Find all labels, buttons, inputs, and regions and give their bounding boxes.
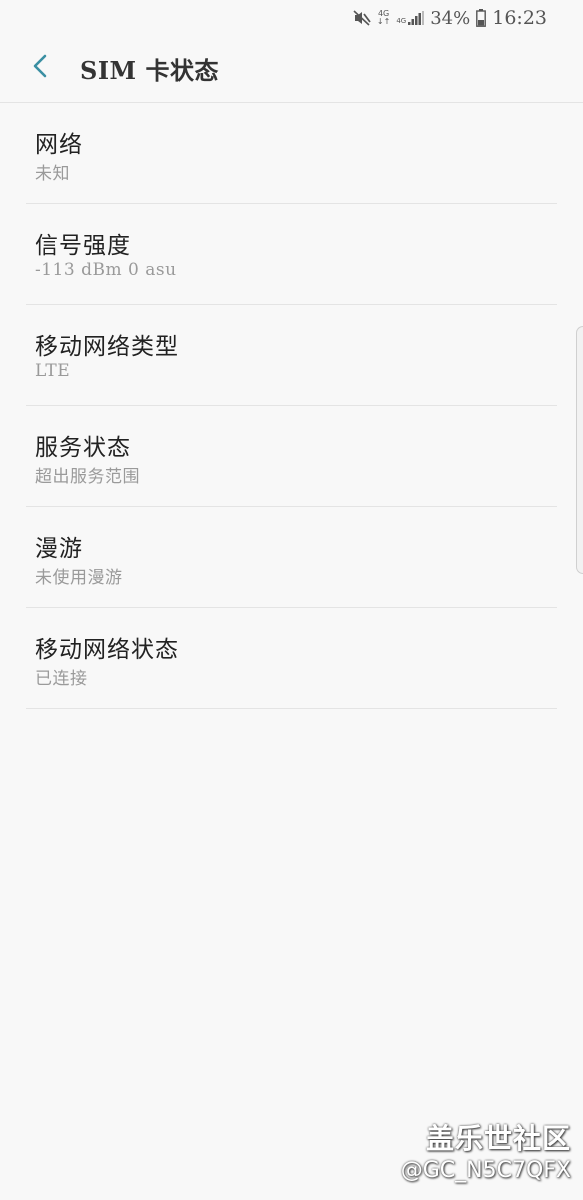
sim-status-list: 网络 未知 信号强度 -113 dBm 0 asu 移动网络类型 LTE 服务状… <box>26 103 557 709</box>
item-value: 已连接 <box>35 669 88 689</box>
item-value: 超出服务范围 <box>35 467 140 487</box>
status-bar: 4G ↓↑ 4G 34% 16:23 <box>0 0 583 36</box>
data-4g-icon: 4G ↓↑ <box>377 10 390 26</box>
item-value: LTE <box>35 361 71 381</box>
list-item-network-type[interactable]: 移动网络类型 LTE <box>26 305 557 406</box>
list-item-roaming[interactable]: 漫游 未使用漫游 <box>26 507 557 608</box>
item-title: 移动网络类型 <box>35 334 179 360</box>
watermark-title: 盖乐世社区 <box>425 1122 571 1155</box>
item-title: 信号强度 <box>35 233 131 259</box>
signal-icon: 4G <box>396 11 425 25</box>
back-button[interactable] <box>22 50 58 86</box>
data-arrows: ↓↑ <box>376 17 391 26</box>
chevron-left-icon <box>32 53 48 83</box>
watermark: 盖乐世社区 @GC_N5C7QFX <box>401 1122 571 1186</box>
mute-icon <box>353 9 371 27</box>
battery-icon <box>476 9 487 27</box>
signal-network-label: 4G <box>396 17 407 25</box>
item-title: 网络 <box>35 132 83 158</box>
item-title: 漫游 <box>35 536 83 562</box>
item-title: 移动网络状态 <box>35 637 179 663</box>
item-value: -113 dBm 0 asu <box>35 260 177 280</box>
status-icons: 4G ↓↑ 4G 34% 16:23 <box>353 6 547 30</box>
list-item-network[interactable]: 网络 未知 <box>26 103 557 204</box>
battery-percent: 34% <box>430 7 471 29</box>
item-title: 服务状态 <box>35 435 131 461</box>
list-item-mobile-network-state[interactable]: 移动网络状态 已连接 <box>26 608 557 709</box>
page-title: SIM 卡状态 <box>80 56 219 85</box>
app-header: SIM 卡状态 <box>0 36 583 103</box>
watermark-handle: @GC_N5C7QFX <box>400 1158 571 1183</box>
item-value: 未知 <box>35 164 70 184</box>
list-item-service-state[interactable]: 服务状态 超出服务范围 <box>26 406 557 507</box>
clock: 16:23 <box>492 7 547 29</box>
item-value: 未使用漫游 <box>35 568 123 588</box>
list-item-signal-strength[interactable]: 信号强度 -113 dBm 0 asu <box>26 204 557 305</box>
edge-panel-handle[interactable] <box>576 326 583 574</box>
